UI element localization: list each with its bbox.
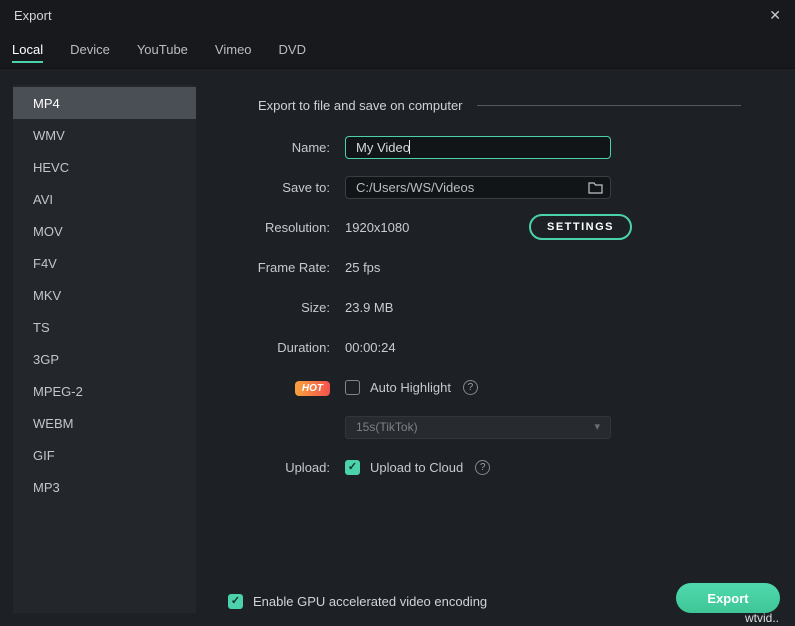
export-dialog: Export ✕ LocalDeviceYouTubeVimeoDVD MP4W…: [0, 0, 795, 626]
hot-badge: HOT: [295, 381, 330, 396]
duration-label: Duration:: [220, 340, 345, 355]
highlight-duration-row: 15s(TikTok) ▾: [220, 415, 780, 439]
format-item-mp4[interactable]: MP4: [13, 87, 196, 119]
format-item-webm[interactable]: WEBM: [13, 407, 196, 439]
format-item-gif[interactable]: GIF: [13, 439, 196, 471]
size-row: Size: 23.9 MB: [220, 295, 780, 319]
frame-rate-value: 25 fps: [345, 260, 380, 275]
frame-rate-row: Frame Rate: 25 fps: [220, 255, 780, 279]
format-item-mp3[interactable]: MP3: [13, 471, 196, 503]
name-input[interactable]: [345, 136, 611, 159]
resolution-row: Resolution: 1920x1080 SETTINGS: [220, 215, 780, 239]
duration-value: 00:00:24: [345, 340, 396, 355]
size-label: Size:: [220, 300, 345, 315]
format-item-avi[interactable]: AVI: [13, 183, 196, 215]
resolution-label: Resolution:: [220, 220, 345, 235]
save-to-label: Save to:: [220, 180, 345, 195]
tab-bar: Local Device YouTube Vimeo DVD: [0, 30, 795, 69]
frame-rate-label: Frame Rate:: [220, 260, 345, 275]
format-item-3gp[interactable]: 3GP: [13, 343, 196, 375]
size-value: 23.9 MB: [345, 300, 393, 315]
check-icon: ✓: [231, 596, 240, 607]
window-title: Export: [14, 8, 52, 23]
watermark: wtvid..: [745, 611, 779, 625]
name-row: Name:: [220, 135, 780, 159]
section-title: Export to file and save on computer: [258, 98, 463, 113]
tab-dvd[interactable]: DVD: [279, 30, 306, 68]
tab-youtube[interactable]: YouTube: [137, 30, 188, 68]
upload-label: Upload:: [220, 460, 345, 475]
upload-cloud-label: Upload to Cloud: [370, 460, 463, 475]
tab-device[interactable]: Device: [70, 30, 110, 68]
save-to-input[interactable]: [345, 176, 611, 199]
format-item-mkv[interactable]: MKV: [13, 279, 196, 311]
dropdown-value: 15s(TikTok): [356, 420, 418, 434]
tab-vimeo[interactable]: Vimeo: [215, 30, 252, 68]
format-item-hevc[interactable]: HEVC: [13, 151, 196, 183]
save-to-input-wrap: [345, 176, 611, 199]
auto-highlight-label: Auto Highlight: [370, 380, 451, 395]
format-list: MP4WMVHEVCAVIMOVF4VMKVTS3GPMPEG-2WEBMGIF…: [13, 85, 196, 613]
gpu-checkbox[interactable]: ✓: [228, 594, 243, 609]
help-icon[interactable]: ?: [463, 380, 478, 395]
upload-cloud-checkbox[interactable]: ✓: [345, 460, 360, 475]
format-item-mov[interactable]: MOV: [13, 215, 196, 247]
highlight-duration-dropdown[interactable]: 15s(TikTok) ▾: [345, 416, 611, 439]
divider-line: [477, 105, 741, 106]
tab-local[interactable]: Local: [12, 30, 43, 68]
save-to-row: Save to:: [220, 175, 780, 199]
text-caret: [409, 140, 410, 154]
gpu-row: ✓ Enable GPU accelerated video encoding: [228, 594, 487, 609]
resolution-value: 1920x1080: [345, 220, 409, 235]
name-label: Name:: [220, 140, 345, 155]
titlebar: Export ✕: [0, 0, 795, 30]
folder-icon[interactable]: [588, 181, 603, 194]
gpu-label: Enable GPU accelerated video encoding: [253, 594, 487, 609]
check-icon: ✓: [348, 462, 357, 473]
upload-row: Upload: ✓ Upload to Cloud ?: [220, 455, 780, 479]
format-item-mpeg-2[interactable]: MPEG-2: [13, 375, 196, 407]
chevron-down-icon: ▾: [594, 422, 600, 433]
export-button[interactable]: Export: [676, 583, 780, 613]
help-icon[interactable]: ?: [475, 460, 490, 475]
close-icon[interactable]: ✕: [769, 8, 781, 22]
settings-button[interactable]: SETTINGS: [529, 214, 632, 240]
duration-row: Duration: 00:00:24: [220, 335, 780, 359]
format-item-f4v[interactable]: F4V: [13, 247, 196, 279]
section-header: Export to file and save on computer: [258, 98, 741, 113]
auto-highlight-checkbox[interactable]: ✓: [345, 380, 360, 395]
auto-highlight-row: HOT ✓ Auto Highlight ?: [220, 375, 780, 399]
hot-badge-cell: HOT: [220, 379, 345, 396]
format-item-wmv[interactable]: WMV: [13, 119, 196, 151]
format-item-ts[interactable]: TS: [13, 311, 196, 343]
